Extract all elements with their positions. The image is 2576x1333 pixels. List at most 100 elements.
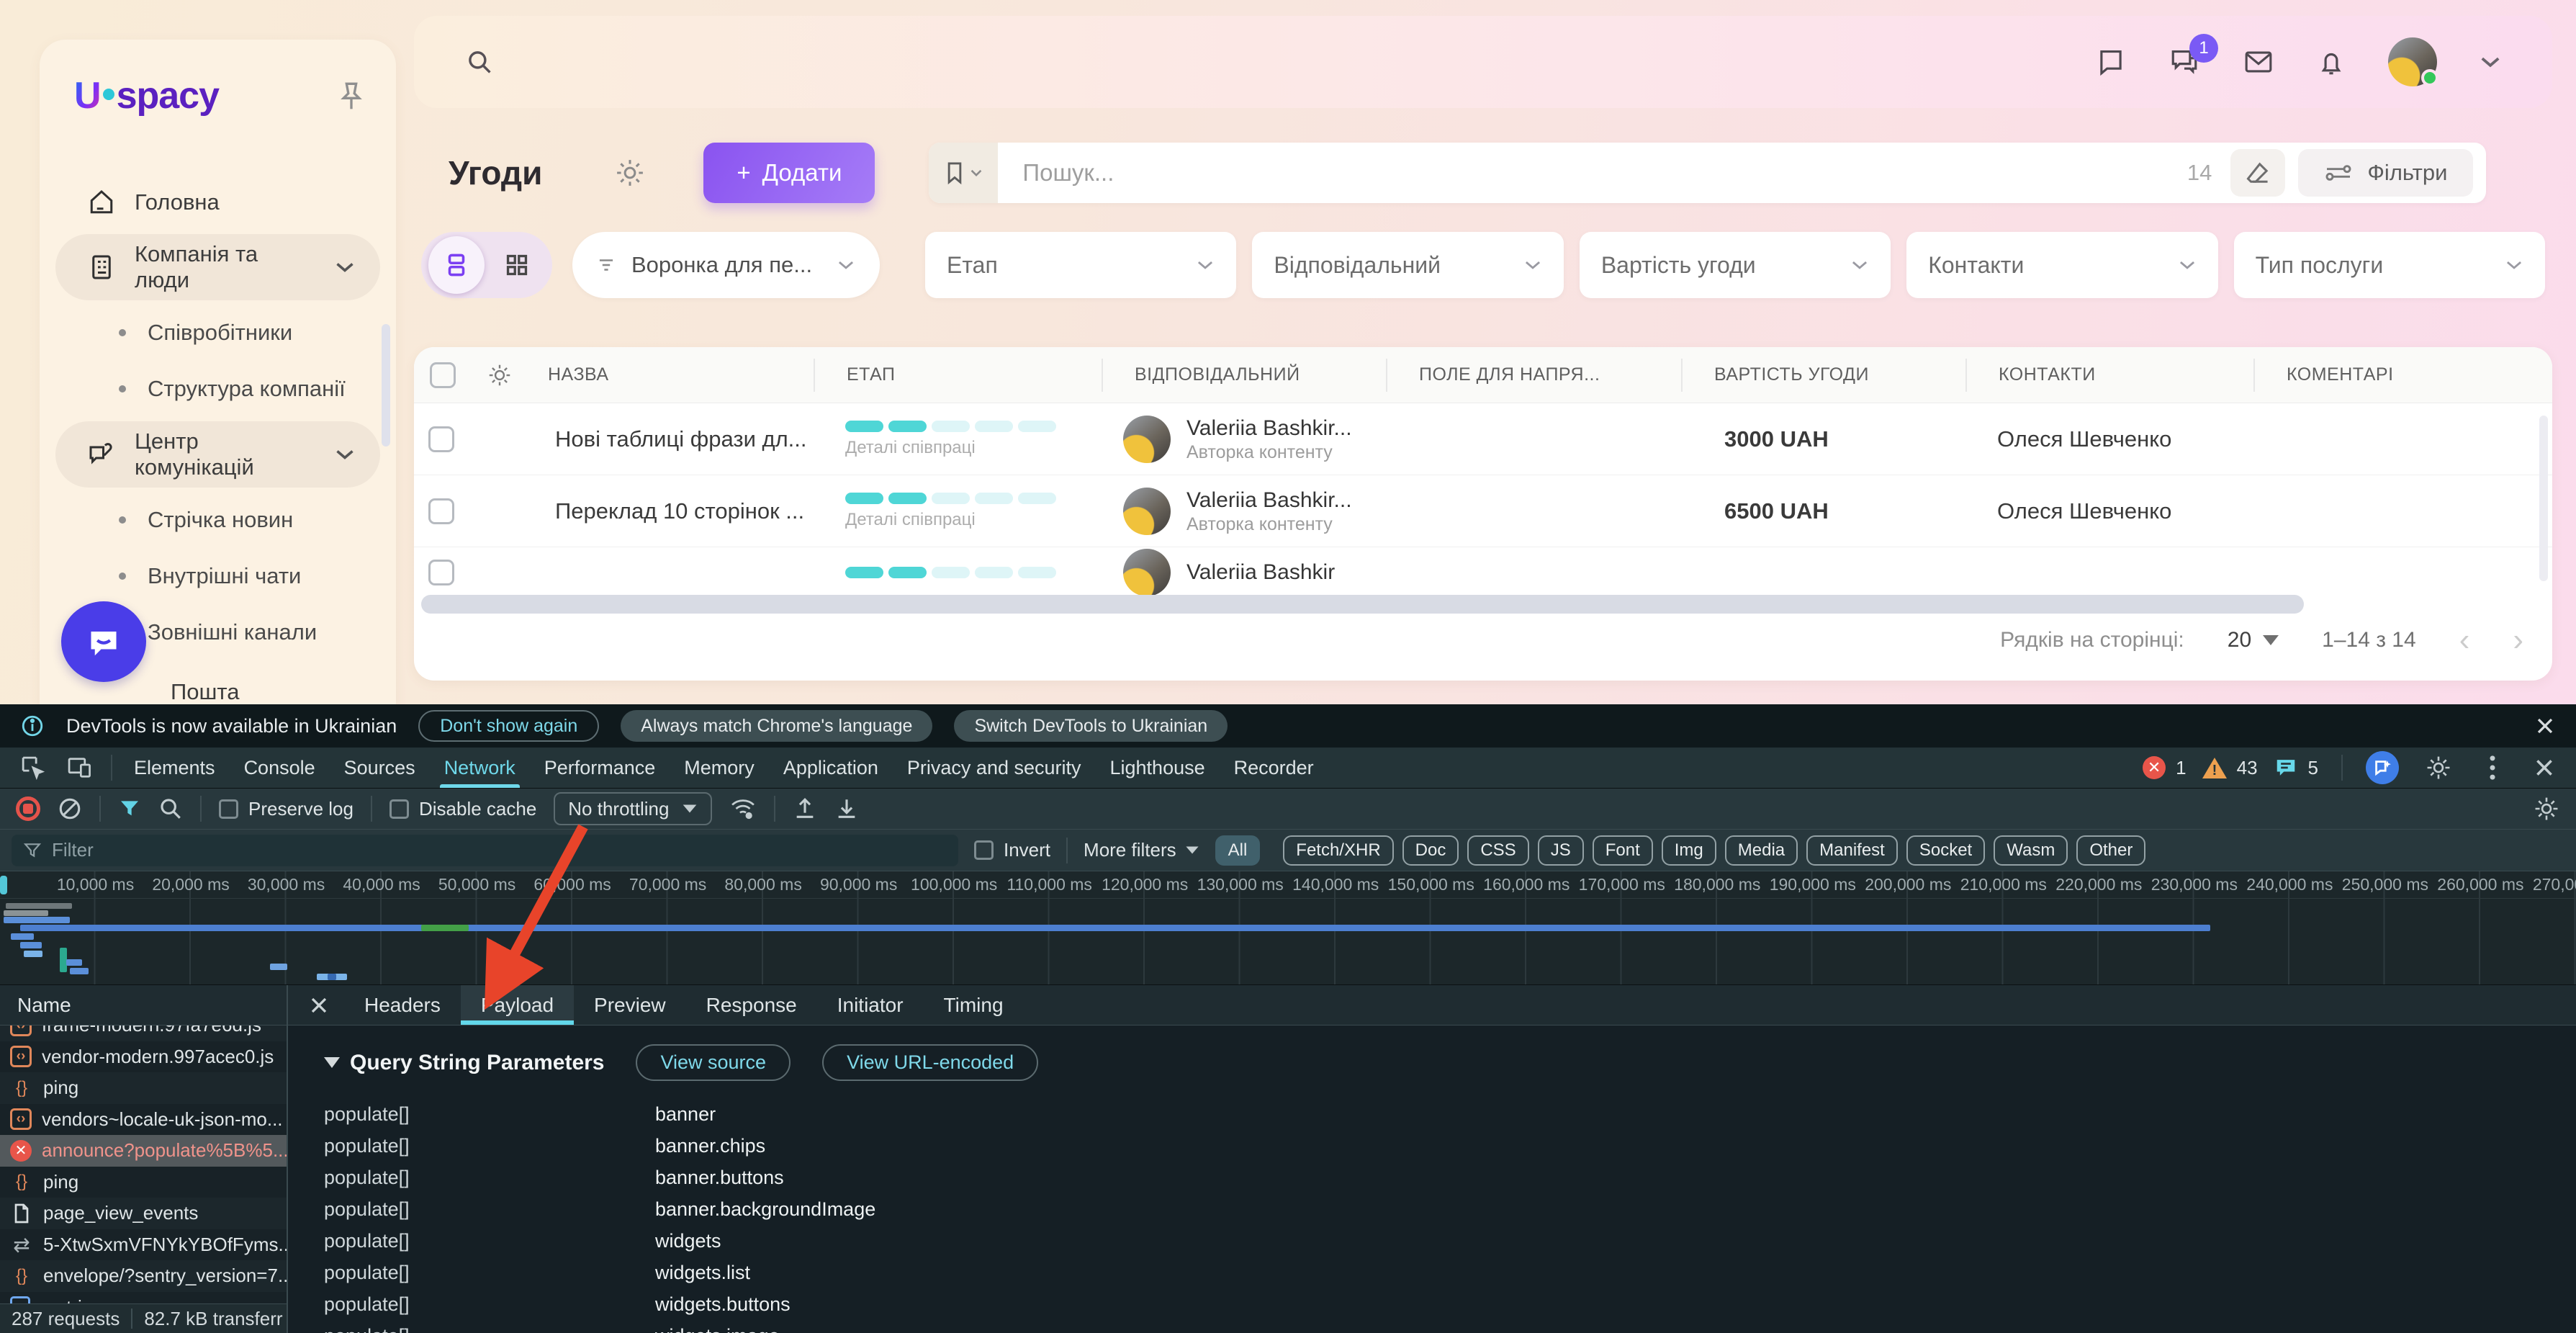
device-toolbar-icon[interactable] <box>56 755 104 781</box>
filter-dropdown[interactable]: Етап <box>925 232 1236 298</box>
view-source-button[interactable]: View source <box>636 1044 791 1081</box>
switch-language-button[interactable]: Switch DevTools to Ukrainian <box>954 710 1228 742</box>
type-filter-all[interactable]: All <box>1215 835 1261 866</box>
tab-elements[interactable]: Elements <box>120 748 230 788</box>
request-row[interactable]: {}envelope/?sentry_version=7... <box>0 1260 287 1292</box>
column-header[interactable]: ЕТАП <box>814 359 1102 392</box>
throttling-select[interactable]: No throttling <box>554 792 712 825</box>
type-filter-pill[interactable]: JS <box>1538 835 1584 866</box>
stage-progress[interactable] <box>814 567 1056 578</box>
uspacy-logo[interactable]: U spacy <box>74 74 219 117</box>
tab-lighthouse[interactable]: Lighthouse <box>1096 748 1220 788</box>
sidebar-item-structure[interactable]: Структура компанії <box>40 361 396 417</box>
query-param-row[interactable]: populate[] widgets <box>288 1225 2576 1257</box>
record-button[interactable] <box>16 796 40 821</box>
filter-toggle-icon[interactable] <box>118 797 141 820</box>
rows-per-page-select[interactable]: 20 <box>2228 628 2279 652</box>
query-param-row[interactable]: populate[] banner.chips <box>288 1130 2576 1162</box>
sidebar-item-company[interactable]: Компанія та люди <box>55 234 380 300</box>
tab-sources[interactable]: Sources <box>330 748 430 788</box>
sidebar-item-internal-chats[interactable]: Внутрішні чати <box>40 548 396 604</box>
saved-filters-button[interactable] <box>929 143 998 203</box>
request-row[interactable]: {}ping <box>0 1167 287 1198</box>
query-param-row[interactable]: populate[] banner.buttons <box>288 1162 2576 1193</box>
search-input[interactable] <box>998 159 2187 187</box>
settings-gear-icon[interactable] <box>614 157 646 189</box>
next-page-button[interactable]: › <box>2513 622 2523 658</box>
vertical-scrollbar[interactable] <box>2539 416 2548 581</box>
tab-network[interactable]: Network <box>430 748 530 788</box>
timeline-ruler[interactable]: 10,000 ms20,000 ms30,000 ms40,000 ms50,0… <box>0 871 2576 899</box>
kebab-menu-icon[interactable] <box>2478 754 2507 781</box>
request-row[interactable]: ‹›vendor-modern.997acec0.js <box>0 1041 287 1073</box>
tab-recorder[interactable]: Recorder <box>1220 748 1328 788</box>
close-detail-icon[interactable] <box>294 995 344 1016</box>
funnel-select[interactable]: Воронка для пе... <box>572 232 880 298</box>
filter-dropdown[interactable]: Вартість угоди <box>1580 232 1891 298</box>
select-all-checkbox[interactable] <box>430 362 456 388</box>
query-param-row[interactable]: populate[] widgets.buttons <box>288 1288 2576 1320</box>
network-settings-gear-icon[interactable] <box>2533 795 2560 822</box>
request-row[interactable]: ‹›frame-modern.97fa7e6d.js <box>0 1025 287 1041</box>
type-filter-pill[interactable]: Font <box>1593 835 1653 866</box>
export-har-icon[interactable] <box>834 796 859 821</box>
filter-dropdown[interactable]: Відповідальний <box>1252 232 1563 298</box>
row-checkbox[interactable] <box>428 498 454 524</box>
preserve-log-checkbox[interactable]: Preserve log <box>219 798 353 820</box>
clear-search-button[interactable] <box>2230 149 2285 197</box>
type-filter-pill[interactable]: Doc <box>1402 835 1459 866</box>
query-param-row[interactable]: populate[] widgets.image <box>288 1320 2576 1333</box>
query-param-row[interactable]: populate[] banner <box>288 1098 2576 1130</box>
type-filter-pill[interactable]: Wasm <box>1994 835 2068 866</box>
add-deal-button[interactable]: + Додати <box>703 143 875 203</box>
request-row[interactable]: ⇄5-XtwSxmVFNYkYBOfFyms... <box>0 1229 287 1261</box>
tab-preview[interactable]: Preview <box>574 985 686 1025</box>
tab-payload[interactable]: Payload <box>461 985 574 1025</box>
type-filter-pill[interactable]: Fetch/XHR <box>1283 835 1393 866</box>
tab-application[interactable]: Application <box>769 748 893 788</box>
type-filter-pill[interactable]: Manifest <box>1806 835 1898 866</box>
user-avatar[interactable] <box>2388 37 2437 86</box>
network-conditions-icon[interactable] <box>729 796 757 821</box>
request-row[interactable]: ‹›vendors~locale-uk-json-mo... <box>0 1104 287 1136</box>
mail-icon[interactable] <box>2243 48 2274 76</box>
request-row-selected[interactable]: ✕announce?populate%5B%5... <box>0 1135 287 1167</box>
query-string-section-title[interactable]: Query String Parameters <box>324 1051 604 1075</box>
prev-page-button[interactable]: ‹ <box>2459 622 2470 658</box>
tab-timing[interactable]: Timing <box>924 985 1024 1025</box>
tab-performance[interactable]: Performance <box>530 748 670 788</box>
column-header[interactable]: КОНТАКТИ <box>1965 359 2253 392</box>
request-row[interactable]: page_view_events <box>0 1198 287 1229</box>
sidebar-item-comms-center[interactable]: Центр комунікацій <box>55 421 380 488</box>
horizontal-scrollbar[interactable] <box>421 595 2304 614</box>
grid-view-button[interactable] <box>489 236 545 294</box>
dont-show-again-button[interactable]: Don't show again <box>418 710 599 742</box>
type-filter-pill[interactable]: Socket <box>1906 835 1985 866</box>
sidebar-item-newsfeed[interactable]: Стрічка новин <box>40 492 396 548</box>
chats-icon[interactable]: 1 <box>2168 47 2201 77</box>
disable-cache-checkbox[interactable]: Disable cache <box>389 798 536 820</box>
table-row[interactable]: Переклад 10 сторінок ... Деталі співпрац… <box>414 475 2552 547</box>
deal-contact[interactable]: Олеся Шевченко <box>1965 426 2171 452</box>
filters-button[interactable]: Фільтри <box>2298 149 2473 197</box>
clear-button[interactable] <box>58 796 82 821</box>
column-header[interactable]: НАЗВА <box>548 364 609 385</box>
list-view-button[interactable] <box>428 236 485 294</box>
search-icon[interactable] <box>158 796 183 821</box>
tab-memory[interactable]: Memory <box>670 748 769 788</box>
type-filter-pill[interactable]: CSS <box>1467 835 1528 866</box>
support-chat-button[interactable] <box>61 601 146 682</box>
bell-icon[interactable] <box>2316 47 2346 77</box>
tab-response[interactable]: Response <box>686 985 817 1025</box>
filter-dropdown[interactable]: Контакти <box>1906 232 2217 298</box>
tab-console[interactable]: Console <box>230 748 330 788</box>
view-url-encoded-button[interactable]: View URL-encoded <box>822 1044 1038 1081</box>
import-har-icon[interactable] <box>793 796 817 821</box>
feedback-icon[interactable] <box>2096 47 2126 77</box>
deal-name[interactable]: Переклад 10 сторінок ... <box>454 498 814 524</box>
row-checkbox[interactable] <box>428 426 454 452</box>
devtools-close-icon[interactable] <box>2523 756 2566 779</box>
name-column-header[interactable]: Name <box>0 985 287 1025</box>
owner-name[interactable]: Valeriia Bashkir... <box>1186 487 1352 514</box>
request-row[interactable]: {}ping <box>0 1072 287 1104</box>
